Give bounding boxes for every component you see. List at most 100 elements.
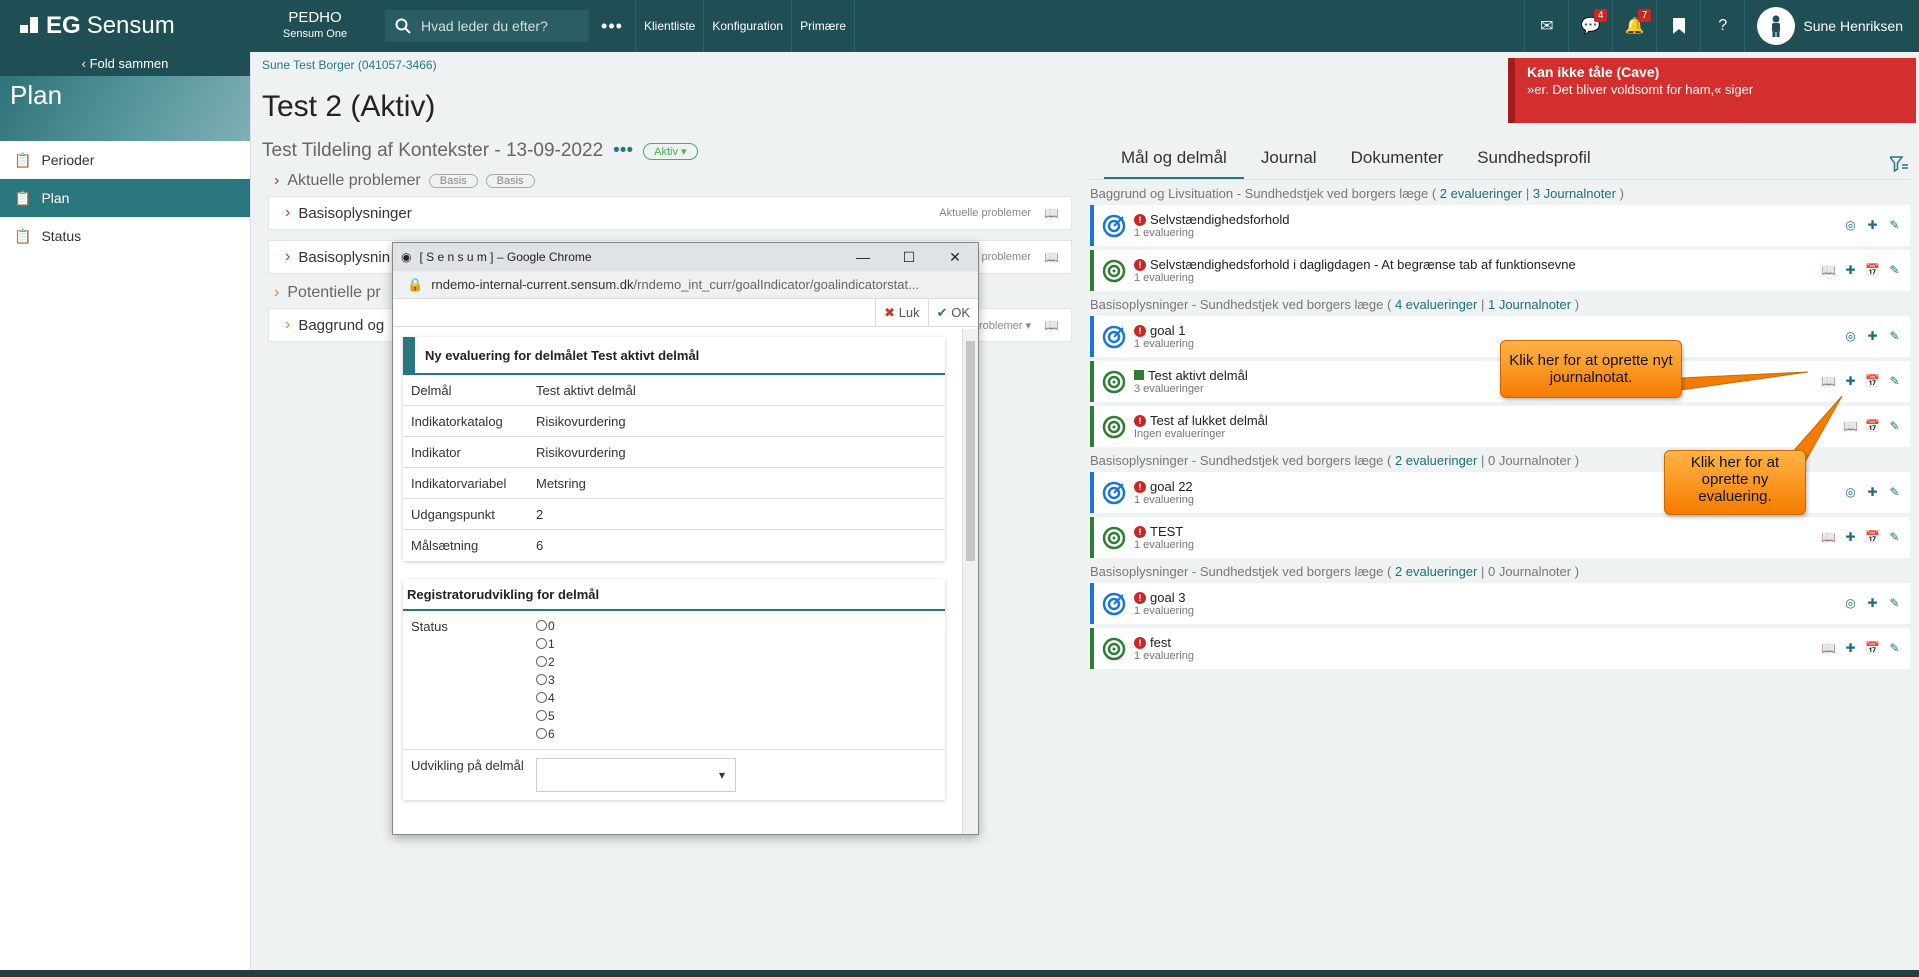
goal-row[interactable]: ! goal 3 1 evaluering ◎ ✚ ✎ <box>1090 583 1910 624</box>
status-radio-6[interactable]: 6 <box>536 727 555 741</box>
nav-link-klientliste[interactable]: Klientliste <box>635 0 703 52</box>
add-comment-icon[interactable]: ✚ <box>1843 263 1858 278</box>
section-aktuelle-problemer[interactable]: › Aktuelle problemer Basis Basis <box>274 172 1072 190</box>
sidebar-item-status[interactable]: 📋 Status <box>0 217 250 255</box>
chevron-right-icon: › <box>274 284 280 301</box>
goal-row[interactable]: ! Selvstændighedsforhold 1 evaluering ◎ ✚… <box>1090 205 1910 246</box>
messages-button[interactable]: 💬 4 <box>1568 0 1612 52</box>
target-icon[interactable]: ◎ <box>1843 596 1858 611</box>
goal-row[interactable]: ! Selvstændighedsforhold i dagligdagen - … <box>1090 250 1910 291</box>
status-radio-3[interactable]: 3 <box>536 673 555 687</box>
journal-notes-link[interactable]: 3 Journalnoter <box>1533 186 1616 201</box>
goal-row[interactable]: ! TEST 1 evaluering 📖 ✚ 📅 ✎ <box>1090 517 1910 558</box>
edit-icon[interactable]: ✎ <box>1887 419 1902 434</box>
edit-icon[interactable]: ✎ <box>1887 596 1902 611</box>
book-icon[interactable]: 📖 <box>1821 530 1836 545</box>
book-icon[interactable]: 📖 <box>1821 374 1836 389</box>
tab-maal-og-delmaal[interactable]: Mål og delmål <box>1104 140 1244 179</box>
status-radio-5[interactable]: 5 <box>536 709 555 723</box>
add-comment-icon[interactable]: ✚ <box>1865 485 1880 500</box>
book-icon[interactable]: 📖 <box>1044 318 1059 332</box>
target-icon[interactable]: ◎ <box>1843 329 1858 344</box>
nav-link-primaere[interactable]: Primære <box>791 0 856 52</box>
edit-icon[interactable]: ✎ <box>1887 329 1902 344</box>
search-input[interactable]: Hvad leder du efter? <box>385 10 589 42</box>
add-comment-icon[interactable]: ✚ <box>1865 596 1880 611</box>
evaluations-link[interactable]: 2 evalueringer <box>1395 564 1477 579</box>
popup-scrollbar[interactable] <box>962 329 978 834</box>
book-icon[interactable]: 📖 <box>1821 263 1836 278</box>
problem-card[interactable]: › Basisoplysninger Aktuelle problemer 📖 <box>268 196 1072 230</box>
url-path: /rndemo_int_curr/goalIndicator/goalindic… <box>633 277 919 292</box>
minimize-icon[interactable]: — <box>840 249 886 266</box>
edit-icon[interactable]: ✎ <box>1887 218 1902 233</box>
mail-button[interactable]: ✉ <box>1524 0 1568 52</box>
tab-journal[interactable]: Journal <box>1244 140 1334 179</box>
help-button[interactable]: ? <box>1700 0 1744 52</box>
status-radio-2[interactable]: 2 <box>536 655 555 669</box>
notifications-button[interactable]: 🔔 7 <box>1612 0 1656 52</box>
filter-icon[interactable] <box>1888 156 1908 177</box>
more-menu-button[interactable]: ••• <box>589 16 635 37</box>
add-comment-icon[interactable]: ✚ <box>1865 329 1880 344</box>
add-comment-icon[interactable]: ✚ <box>1865 218 1880 233</box>
evaluations-link[interactable]: 2 evalueringer <box>1395 453 1477 468</box>
fold-sidebar-button[interactable]: ‹ Fold sammen <box>0 52 250 76</box>
book-icon[interactable]: 📖 <box>1821 641 1836 656</box>
calendar-add-icon[interactable]: 📅 <box>1865 530 1880 545</box>
development-select[interactable] <box>536 758 736 792</box>
popup-title: [ S e n s u m ] – Google Chrome <box>419 250 592 264</box>
tab-sundhedsprofil[interactable]: Sundhedsprofil <box>1460 140 1607 179</box>
status-radio-1[interactable]: 1 <box>536 637 555 651</box>
bookmark-button[interactable] <box>1656 0 1700 52</box>
add-comment-icon[interactable]: ✚ <box>1843 641 1858 656</box>
sidebar-item-plan[interactable]: 📋 Plan <box>0 179 250 217</box>
book-icon[interactable]: 📖 <box>1843 419 1858 434</box>
org-switcher[interactable]: PEDHO Sensum One <box>250 9 380 43</box>
popup-address-bar[interactable]: 🔒 rndemo-internal-current.sensum.dk/rnde… <box>393 271 978 299</box>
plan-subtitle-text: Test Tildeling af Kontekster - 13-09-202… <box>262 140 604 161</box>
close-icon[interactable]: ✕ <box>932 249 978 266</box>
add-comment-icon[interactable]: ✚ <box>1843 374 1858 389</box>
goal-row[interactable]: ! Test af lukket delmål Ingen evalueringe… <box>1090 406 1910 447</box>
status-pill[interactable]: Aktiv ▾ <box>643 142 698 160</box>
status-radio-0[interactable]: 0 <box>536 619 555 633</box>
avatar <box>1757 7 1796 45</box>
edit-icon[interactable]: ✎ <box>1887 530 1902 545</box>
logo[interactable]: EG Sensum <box>0 12 250 40</box>
calendar-add-icon[interactable]: 📅 <box>1865 641 1880 656</box>
fold-label: Fold sammen <box>89 56 169 71</box>
book-icon[interactable]: 📖 <box>1044 250 1059 264</box>
journal-notes-link[interactable]: 1 Journalnoter <box>1488 297 1571 312</box>
calendar-add-icon[interactable]: 📅 <box>1865 374 1880 389</box>
evaluation-callout: Klik her for at oprette ny evaluering. <box>1664 450 1806 515</box>
target-icon[interactable]: ◎ <box>1843 218 1858 233</box>
goal-name: Selvstændighedsforhold <box>1150 212 1290 227</box>
edit-icon[interactable]: ✎ <box>1887 641 1902 656</box>
goal-row[interactable]: ! fest 1 evaluering 📖 ✚ 📅 ✎ <box>1090 628 1910 669</box>
close-button[interactable]: ✖ Luk <box>875 298 928 327</box>
add-comment-icon[interactable]: ✚ <box>1843 530 1858 545</box>
status-radio-4[interactable]: 4 <box>536 691 555 705</box>
goal-actions: ◎ ✚ ✎ <box>1843 218 1902 233</box>
edit-icon[interactable]: ✎ <box>1887 485 1902 500</box>
calendar-add-icon[interactable]: 📅 <box>1865 263 1880 278</box>
evaluations-link[interactable]: 4 evalueringer <box>1395 297 1477 312</box>
scrollbar-thumb[interactable] <box>966 341 975 561</box>
ok-button[interactable]: ✔ OK <box>927 298 978 327</box>
breadcrumb[interactable]: Sune Test Borger (041057-3466) <box>262 58 437 72</box>
user-menu[interactable]: Sune Henriksen <box>1744 0 1919 52</box>
calendar-add-icon[interactable]: 📅 <box>1865 419 1880 434</box>
maximize-icon[interactable]: ☐ <box>886 249 932 266</box>
warning-icon: ! <box>1134 526 1146 538</box>
edit-icon[interactable]: ✎ <box>1887 374 1902 389</box>
sidebar-item-perioder[interactable]: 📋 Perioder <box>0 141 250 179</box>
edit-icon[interactable]: ✎ <box>1887 263 1902 278</box>
nav-link-konfiguration[interactable]: Konfiguration <box>703 0 791 52</box>
evaluations-link[interactable]: 2 evalueringer <box>1440 186 1522 201</box>
target-icon[interactable]: ◎ <box>1843 485 1858 500</box>
book-icon[interactable]: 📖 <box>1044 206 1059 220</box>
sidebar: ‹ Fold sammen Plan 📋 Perioder 📋 Plan 📋 S… <box>0 52 251 977</box>
tab-dokumenter[interactable]: Dokumenter <box>1334 140 1461 179</box>
more-options-button[interactable]: ••• <box>613 140 633 162</box>
